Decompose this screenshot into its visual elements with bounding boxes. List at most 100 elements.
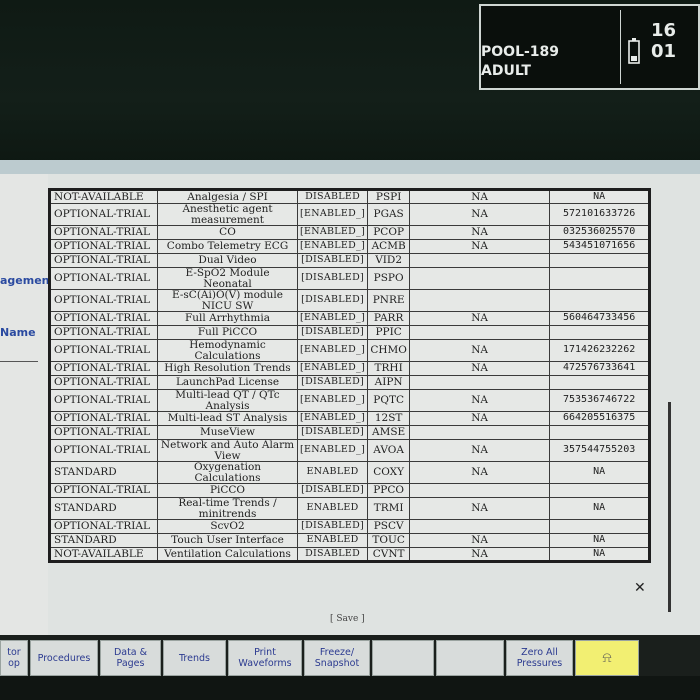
row-name: Real-time Trends / minitrends	[157, 497, 298, 520]
row-name: Ventilation Calculations	[157, 547, 298, 562]
row-key: 472576733641	[549, 361, 651, 376]
softkey-button[interactable]	[372, 640, 434, 676]
row-key	[549, 375, 651, 390]
row-name: Multi-lead QT / QTc Analysis	[157, 389, 298, 412]
row-code: PSPO	[367, 267, 411, 290]
row-name: Anesthetic agent measurement	[157, 203, 298, 226]
row-key: NA	[549, 533, 651, 548]
row-state[interactable]: DISABLED	[296, 547, 369, 562]
row-state[interactable]: [ENABLED_]	[296, 439, 369, 462]
row-field: NA	[409, 533, 551, 548]
row-status: OPTIONAL-TRIAL	[49, 389, 158, 412]
scrollbar[interactable]	[668, 402, 671, 612]
row-state[interactable]: [DISABLED]	[296, 483, 369, 498]
table-row[interactable]: OPTIONAL-TRIAL E-sC(Ai)O(V) module NICU S…	[49, 289, 651, 312]
license-table: NOT-AVAILABLE Analgesia / SPI DISABLED PSPI…	[48, 188, 652, 563]
table-row[interactable]: OPTIONAL-TRIAL Hemodynamic Calculations [E…	[49, 339, 651, 362]
softkey-button[interactable]	[436, 640, 504, 676]
row-state[interactable]: [ENABLED_]	[296, 339, 369, 362]
row-name: E-SpO2 Module Neonatal	[157, 267, 298, 290]
row-state[interactable]: [DISABLED]	[296, 519, 369, 534]
table-row[interactable]: OPTIONAL-TRIAL Full Arrhythmia [ENABLED_] P…	[49, 311, 651, 326]
row-state[interactable]: [DISABLED]	[296, 267, 369, 290]
row-status: STANDARD	[49, 497, 158, 520]
softkey-button[interactable]: Data & Pages	[100, 640, 161, 676]
table-row[interactable]: OPTIONAL-TRIAL LaunchPad License [DISABLED…	[49, 375, 651, 390]
row-status: OPTIONAL-TRIAL	[49, 203, 158, 226]
table-row[interactable]: OPTIONAL-TRIAL MuseView [DISABLED] AMSE	[49, 425, 651, 440]
softkey-button[interactable]: Zero All Pressures	[506, 640, 573, 676]
divider	[0, 361, 38, 362]
row-state[interactable]: [DISABLED]	[296, 289, 369, 312]
table-row[interactable]: OPTIONAL-TRIAL Full PiCCO [DISABLED] PPIC	[49, 325, 651, 340]
table-row[interactable]: OPTIONAL-TRIAL Network and Auto Alarm Vie…	[49, 439, 651, 462]
row-state[interactable]: [ENABLED_]	[296, 389, 369, 412]
table-row[interactable]: STANDARD Oxygenation Calculations ENABLED C…	[49, 461, 651, 484]
row-state[interactable]: [ENABLED_]	[296, 225, 369, 240]
table-row[interactable]: OPTIONAL-TRIAL Multi-lead ST Analysis [ENA…	[49, 411, 651, 426]
table-row[interactable]: OPTIONAL-TRIAL High Resolution Trends [ENA…	[49, 361, 651, 376]
softkey-button[interactable]: Freeze/ Snapshot	[304, 640, 370, 676]
row-name: Hemodynamic Calculations	[157, 339, 298, 362]
table-row[interactable]: NOT-AVAILABLE Ventilation Calculations DIS…	[49, 547, 651, 562]
row-field: NA	[409, 239, 551, 254]
close-icon[interactable]: ✕	[634, 580, 646, 596]
row-key: NA	[549, 547, 651, 562]
row-state[interactable]: ENABLED	[296, 461, 369, 484]
row-state[interactable]: [DISABLED]	[296, 375, 369, 390]
table-row[interactable]: OPTIONAL-TRIAL PiCCO [DISABLED] PPCO	[49, 483, 651, 498]
row-code: CVNT	[367, 547, 411, 562]
row-code: CHMO	[367, 339, 411, 362]
row-name: High Resolution Trends	[157, 361, 298, 376]
row-field	[409, 483, 551, 498]
battery-icon	[628, 38, 640, 64]
row-key: NA	[549, 189, 651, 204]
row-code: TRHI	[367, 361, 411, 376]
row-state[interactable]: [ENABLED_]	[296, 411, 369, 426]
table-row[interactable]: OPTIONAL-TRIAL Multi-lead QT / QTc Analys…	[49, 389, 651, 412]
row-state[interactable]: ENABLED	[296, 497, 369, 520]
row-code: AVOA	[367, 439, 411, 462]
softkey-button[interactable]: Procedures	[30, 640, 98, 676]
row-field: NA	[409, 361, 551, 376]
row-state[interactable]: [ENABLED_]	[296, 239, 369, 254]
row-status: OPTIONAL-TRIAL	[49, 339, 158, 362]
patient-name[interactable]: POOL-189	[481, 44, 559, 60]
row-state[interactable]: [ENABLED_]	[296, 203, 369, 226]
row-code: 12ST	[367, 411, 411, 426]
row-field	[409, 519, 551, 534]
softkey-button[interactable]: Print Waveforms	[228, 640, 302, 676]
row-state[interactable]: [ENABLED_]	[296, 361, 369, 376]
row-status: NOT-AVAILABLE	[49, 547, 158, 562]
table-row[interactable]: STANDARD Touch User Interface ENABLED TOUC N…	[49, 533, 651, 548]
row-state[interactable]: [DISABLED]	[296, 425, 369, 440]
table-row[interactable]: OPTIONAL-TRIAL Combo Telemetry ECG [ENABLE…	[49, 239, 651, 254]
row-name: ScvO2	[157, 519, 298, 534]
table-row[interactable]: STANDARD Real-time Trends / minitrends ENA…	[49, 497, 651, 520]
row-state[interactable]: ENABLED	[296, 533, 369, 548]
row-name: E-sC(Ai)O(V) module NICU SW	[157, 289, 298, 312]
table-row[interactable]: OPTIONAL-TRIAL ScvO2 [DISABLED] PSCV	[49, 519, 651, 534]
table-row[interactable]: OPTIONAL-TRIAL Anesthetic agent measureme…	[49, 203, 651, 226]
softkey-button[interactable]: Trends	[163, 640, 226, 676]
left-panel-label: Name	[0, 326, 36, 339]
row-status: OPTIONAL-TRIAL	[49, 483, 158, 498]
row-state[interactable]: [DISABLED]	[296, 253, 369, 268]
table-row[interactable]: OPTIONAL-TRIAL Dual Video [DISABLED] VID2	[49, 253, 651, 268]
row-state[interactable]: [DISABLED]	[296, 325, 369, 340]
row-name: Full Arrhythmia	[157, 311, 298, 326]
row-status: STANDARD	[49, 461, 158, 484]
table-row[interactable]: NOT-AVAILABLE Analgesia / SPI DISABLED PSPI…	[49, 189, 651, 204]
row-status: OPTIONAL-TRIAL	[49, 361, 158, 376]
table-row[interactable]: OPTIONAL-TRIAL E-SpO2 Module Neonatal [DIS…	[49, 267, 651, 290]
row-state[interactable]: DISABLED	[296, 189, 369, 204]
save-button[interactable]: [ Save ]	[330, 614, 365, 624]
row-status: OPTIONAL-TRIAL	[49, 325, 158, 340]
table-row[interactable]: OPTIONAL-TRIAL CO [ENABLED_] PCOP NA 03253602…	[49, 225, 651, 240]
row-state[interactable]: [ENABLED_]	[296, 311, 369, 326]
alarm-silence-button[interactable]: ⍾	[575, 640, 639, 676]
softkey-button[interactable]: tor op	[0, 640, 28, 676]
row-code: PSCV	[367, 519, 411, 534]
row-name: MuseView	[157, 425, 298, 440]
row-field: NA	[409, 225, 551, 240]
